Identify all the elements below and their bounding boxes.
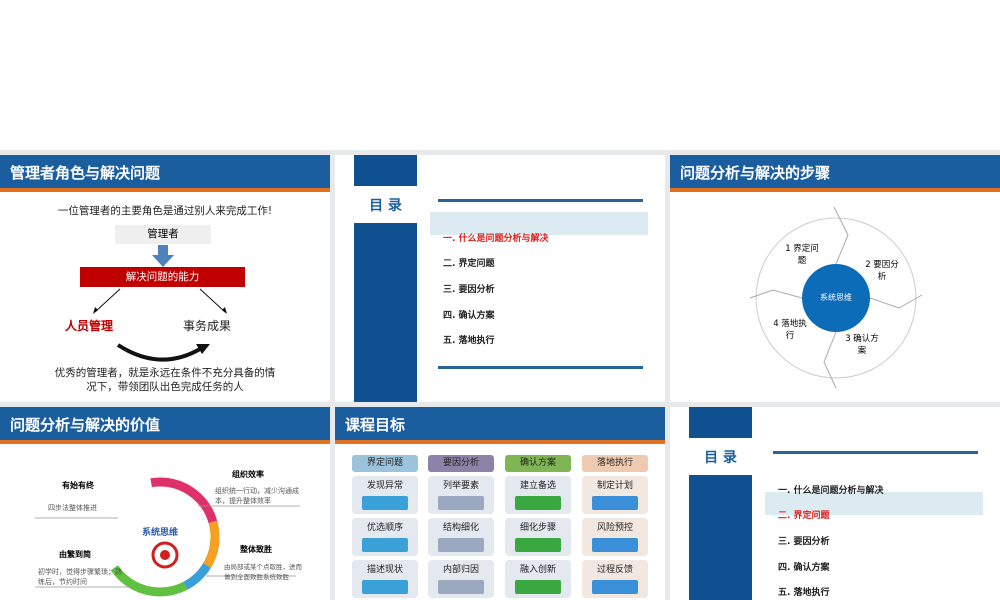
summary-line-1: 优秀的管理者，就是永远在条件不充分具备的情	[54, 367, 276, 379]
goal-illustration	[362, 580, 408, 594]
diagram-arrows	[93, 288, 227, 362]
center-label: 系统思维	[820, 293, 852, 302]
slide-thumbnail-2[interactable]: 目 录 一. 什么是问题分析与解决 二. 界定问题 三. 要因分析 四. 确认方…	[335, 155, 665, 402]
ability-bar: 解决问题的能力	[80, 267, 245, 287]
column-header: 界定问题	[352, 455, 418, 472]
block-title-1: 有始有终	[62, 481, 94, 490]
goal-illustration	[592, 580, 638, 594]
goal-cell: 风险预控	[582, 518, 648, 556]
goal-cell: 过程反馈	[582, 560, 648, 598]
center-label: 系统思维	[141, 528, 178, 538]
block-text-3: 组织统一行动，减少沟通成本，提升整体效率	[215, 487, 299, 505]
toc-item-5[interactable]: 五. 落地执行	[778, 585, 830, 598]
slide-title: 管理者角色与解决问题	[0, 155, 330, 192]
toc-item-5[interactable]: 五. 落地执行	[443, 333, 495, 346]
toc-block-top	[689, 407, 752, 438]
goal-cell-label: 细化步骤	[519, 523, 556, 533]
manager-box: 管理者	[115, 225, 211, 244]
goal-cell: 制定计划	[582, 476, 648, 514]
goal-cell-label: 制定计划	[596, 481, 633, 491]
toc-item-2[interactable]: 二. 界定问题	[443, 256, 495, 269]
goal-cell-label: 列举要素	[442, 481, 479, 491]
summary-line-2: 况下，带领团队出色完成任务的人	[86, 381, 244, 393]
results-label: 事务成果	[183, 319, 232, 333]
goal-cell: 优选顺序	[352, 518, 418, 556]
toc-item-3[interactable]: 三. 要因分析	[778, 534, 830, 547]
block-title-2: 由繁到简	[59, 550, 91, 559]
toc-label: 目 录	[704, 450, 737, 466]
toc-block-bottom	[689, 475, 752, 600]
goal-illustration	[362, 538, 408, 552]
block-text-2: 初学时，觉得步骤繁琐；熟练后，节约时间	[38, 568, 122, 586]
goal-cell: 描述现状	[352, 560, 418, 598]
goal-cell-label: 过程反馈	[596, 565, 633, 575]
toc-item-2[interactable]: 二. 界定问题	[778, 508, 830, 521]
toc-item-4[interactable]: 四. 确认方案	[778, 560, 830, 573]
step-1: 1 界定问题	[785, 244, 819, 266]
goal-illustration	[362, 496, 408, 510]
slide-thumbnail-4[interactable]: 问题分析与解决的价值 系统思维 有始有终 四步法整体推进 由繁到简 初学时，觉得…	[0, 407, 330, 600]
toc-item-3[interactable]: 三. 要因分析	[443, 282, 495, 295]
column-header: 落地执行	[582, 455, 648, 472]
slide-thumbnail-3[interactable]: 问题分析与解决的步骤 系统思维 1 界定问题 2 要因分析 3 确认方案 4 落…	[670, 155, 1000, 402]
toc-block-top	[354, 155, 417, 186]
slide-thumbnail-5[interactable]: 课程目标 界定问题发现异常优选顺序描述现状 要因分析列举要素结构细化内部归因 确认方…	[335, 407, 665, 600]
block-title-4: 整体致胜	[240, 545, 272, 554]
block-text-4: 由局部或某个点取胜，进而做到全面致胜系统致胜	[224, 563, 302, 581]
goal-cell: 列举要素	[428, 476, 494, 514]
goal-cell: 结构细化	[428, 518, 494, 556]
slide-thumbnail-1[interactable]: 管理者角色与解决问题 一位管理者的主要角色是通过别人来完成工作! 管理者 解决问…	[0, 155, 330, 402]
divider-bottom	[438, 366, 643, 369]
goal-cell-label: 内部归因	[442, 565, 479, 575]
goal-cell: 内部归因	[428, 560, 494, 598]
intro-text: 一位管理者的主要角色是通过别人来完成工作!	[57, 205, 273, 217]
column-header: 确认方案	[505, 455, 571, 472]
toc-block-bottom	[354, 223, 417, 402]
goal-cell-label: 描述现状	[366, 565, 403, 575]
down-arrow-icon	[152, 245, 174, 267]
goal-cell-label: 建立备选	[519, 481, 556, 491]
goal-illustration	[592, 496, 638, 510]
goal-illustration	[592, 538, 638, 552]
goal-cell-label: 发现异常	[366, 481, 403, 491]
toc-item-4[interactable]: 四. 确认方案	[443, 308, 495, 321]
people-management-label: 人员管理	[65, 319, 114, 333]
goal-illustration	[438, 496, 484, 510]
toc-item-1[interactable]: 一. 什么是问题分析与解决	[443, 231, 549, 244]
column-header: 要因分析	[428, 455, 494, 472]
goal-cell: 细化步骤	[505, 518, 571, 556]
goal-cell-label: 风险预控	[596, 523, 633, 533]
goal-cell-label: 结构细化	[442, 523, 479, 533]
slide-thumbnail-6[interactable]: 目 录 一. 什么是问题分析与解决 二. 界定问题 三. 要因分析 四. 确认方…	[670, 407, 1000, 600]
block-title-3: 组织效率	[232, 470, 264, 479]
goal-cell: 发现异常	[352, 476, 418, 514]
toc-label: 目 录	[369, 198, 402, 214]
goal-illustration	[515, 496, 561, 510]
block-text-1: 四步法整体推进	[48, 504, 97, 512]
goal-illustration	[438, 538, 484, 552]
step-3: 3 确认方案	[845, 334, 879, 356]
goal-cell: 建立备选	[505, 476, 571, 514]
step-2: 2 要因分析	[865, 260, 899, 282]
step-4: 4 落地执行	[773, 319, 807, 341]
goal-illustration	[515, 580, 561, 594]
divider-top	[438, 199, 643, 202]
cycle-diagram	[749, 206, 923, 389]
goal-illustration	[515, 538, 561, 552]
toc-item-1[interactable]: 一. 什么是问题分析与解决	[778, 483, 884, 496]
goal-cell: 融入创新	[505, 560, 571, 598]
goal-illustration	[438, 580, 484, 594]
slide-title: 课程目标	[335, 407, 665, 444]
goal-cell-label: 优选顺序	[366, 523, 403, 533]
divider-top	[773, 451, 978, 454]
goal-cell-label: 融入创新	[519, 565, 556, 575]
